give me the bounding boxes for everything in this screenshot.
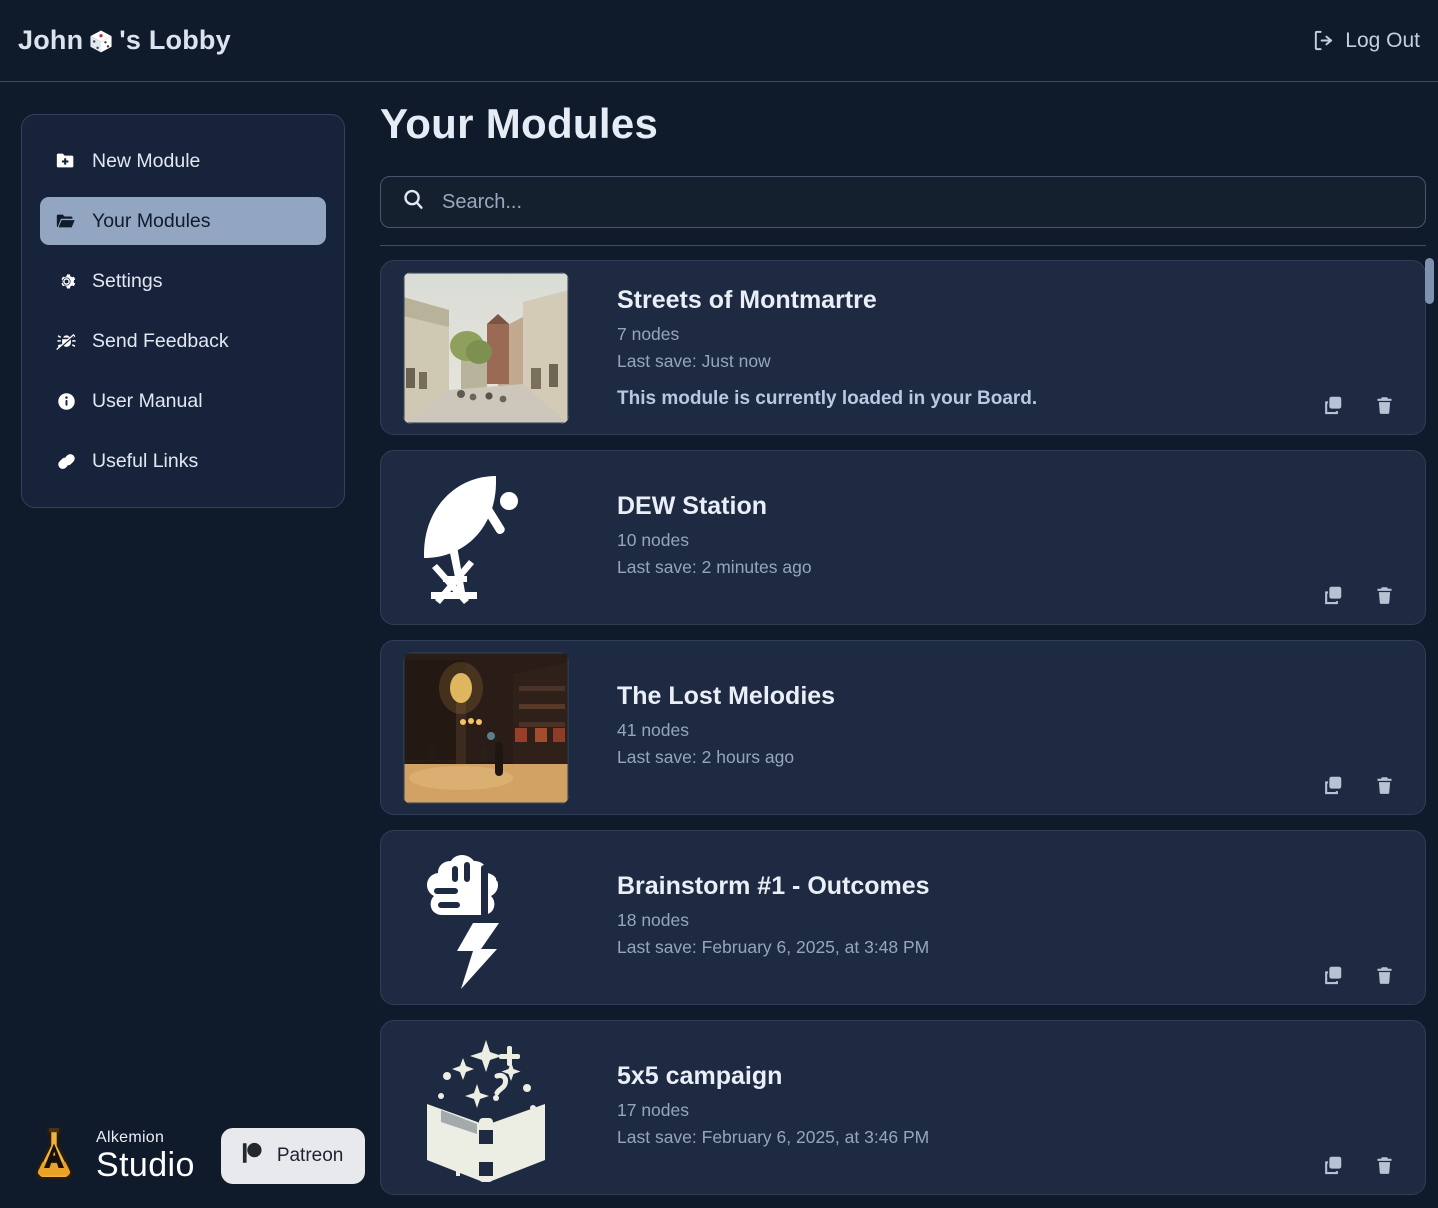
sidebar: New Module Your Modules Settings Send Fe… bbox=[21, 114, 345, 508]
sidebar-item-label: Send Feedback bbox=[92, 329, 229, 352]
modules-list: Streets of Montmartre 7 nodes Last save:… bbox=[380, 260, 1426, 1208]
module-loaded-note: This module is currently loaded in your … bbox=[617, 387, 1038, 409]
brand-name-top: Alkemion bbox=[96, 1128, 165, 1146]
module-actions bbox=[1322, 394, 1395, 416]
magic-book-icon bbox=[427, 1039, 545, 1182]
module-title: Brainstorm #1 - Outcomes bbox=[617, 871, 930, 900]
trash-icon[interactable] bbox=[1374, 965, 1395, 986]
gear-icon bbox=[54, 271, 78, 292]
page-title: Your Modules bbox=[380, 100, 659, 147]
module-actions bbox=[1322, 1154, 1395, 1176]
logout-label: Log Out bbox=[1345, 28, 1420, 52]
folder-open-icon bbox=[54, 210, 78, 232]
logout-button[interactable]: Log Out bbox=[1312, 29, 1420, 53]
module-info: 5x5 campaign 17 nodes Last save: Februar… bbox=[617, 1062, 929, 1154]
sidebar-item-useful-links[interactable]: Useful Links bbox=[40, 437, 326, 485]
lobby-title-suffix: 's Lobby bbox=[119, 25, 231, 55]
sidebar-item-send-feedback[interactable]: Send Feedback bbox=[40, 317, 326, 365]
search-input[interactable] bbox=[442, 190, 1405, 214]
info-circle-icon bbox=[54, 391, 78, 412]
sidebar-item-settings[interactable]: Settings bbox=[40, 257, 326, 305]
sidebar-item-user-manual[interactable]: User Manual bbox=[40, 377, 326, 425]
module-info: Brainstorm #1 - Outcomes 18 nodes Last s… bbox=[617, 872, 930, 964]
module-actions bbox=[1322, 774, 1395, 796]
sidebar-item-new-module[interactable]: New Module bbox=[40, 137, 326, 185]
module-thumbnail bbox=[403, 651, 569, 804]
satellite-dish-icon bbox=[424, 475, 518, 604]
trash-icon[interactable] bbox=[1374, 585, 1395, 606]
module-last-save: Last save: Just now bbox=[617, 350, 771, 371]
module-node-count: 41 nodes bbox=[617, 719, 690, 740]
brain-storm-icon bbox=[427, 854, 536, 989]
sidebar-item-your-modules[interactable]: Your Modules bbox=[40, 197, 326, 245]
module-last-save: Last save: February 6, 2025, at 3:48 PM bbox=[617, 936, 930, 957]
scrollbar-thumb[interactable] bbox=[1425, 258, 1434, 304]
module-thumbnail bbox=[403, 842, 569, 994]
brand-footer: Alkemion Studio Patreon bbox=[22, 1121, 366, 1190]
module-actions bbox=[1322, 584, 1395, 606]
module-last-save: Last save: 2 minutes ago bbox=[617, 556, 812, 577]
copy-icon[interactable] bbox=[1322, 584, 1344, 606]
alkemion-flask-icon bbox=[22, 1121, 86, 1190]
lobby-user-name: John bbox=[18, 25, 84, 55]
trash-icon[interactable] bbox=[1374, 775, 1395, 796]
module-title: DEW Station bbox=[617, 491, 767, 520]
search-icon bbox=[401, 187, 426, 217]
link-chain-icon bbox=[54, 450, 78, 473]
trash-icon[interactable] bbox=[1374, 1155, 1395, 1176]
module-node-count: 17 nodes bbox=[617, 1099, 690, 1120]
module-card[interactable]: DEW Station 10 nodes Last save: 2 minute… bbox=[380, 450, 1426, 625]
module-card[interactable]: Brainstorm #1 - Outcomes 18 nodes Last s… bbox=[380, 830, 1426, 1005]
trash-icon[interactable] bbox=[1374, 395, 1395, 416]
module-last-save: Last save: 2 hours ago bbox=[617, 746, 795, 767]
brand-name-bottom: Studio bbox=[96, 1145, 195, 1184]
search-bar[interactable] bbox=[380, 176, 1426, 228]
patreon-label: Patreon bbox=[276, 1144, 344, 1166]
module-card[interactable]: The Lost Melodies 41 nodes Last save: 2 … bbox=[380, 640, 1426, 815]
module-actions bbox=[1322, 964, 1395, 986]
folder-plus-icon bbox=[54, 150, 78, 172]
module-thumbnail bbox=[403, 271, 569, 424]
page-title-lobby: John 's Lobby bbox=[18, 25, 231, 56]
patreon-icon bbox=[239, 1140, 265, 1172]
module-title: The Lost Melodies bbox=[617, 681, 836, 710]
module-thumbnail bbox=[403, 462, 569, 614]
module-info: DEW Station 10 nodes Last save: 2 minute… bbox=[617, 492, 812, 584]
sidebar-item-label: New Module bbox=[92, 149, 201, 172]
alkemion-studio-logo: Alkemion Studio bbox=[22, 1121, 195, 1190]
main-content: Your Modules Search... Streets of Montma… bbox=[380, 100, 1428, 1208]
dice-icon bbox=[88, 28, 114, 54]
bug-slash-icon bbox=[54, 330, 78, 353]
module-node-count: 18 nodes bbox=[617, 909, 690, 930]
module-thumbnail bbox=[403, 1032, 569, 1184]
copy-icon[interactable] bbox=[1322, 774, 1344, 796]
module-last-save: Last save: February 6, 2025, at 3:46 PM bbox=[617, 1126, 930, 1147]
app-header: John 's Lobby Log Out bbox=[0, 0, 1438, 82]
scrollbar-track[interactable] bbox=[1425, 256, 1434, 1206]
module-node-count: 10 nodes bbox=[617, 529, 690, 550]
module-node-count: 7 nodes bbox=[617, 323, 680, 344]
module-title: 5x5 campaign bbox=[617, 1061, 783, 1090]
content-divider bbox=[380, 245, 1426, 246]
copy-icon[interactable] bbox=[1322, 964, 1344, 986]
module-card[interactable]: Streets of Montmartre 7 nodes Last save:… bbox=[380, 260, 1426, 435]
copy-icon[interactable] bbox=[1322, 1154, 1344, 1176]
sidebar-item-label: User Manual bbox=[92, 389, 203, 412]
logout-icon bbox=[1312, 29, 1335, 52]
sidebar-item-label: Useful Links bbox=[92, 449, 199, 472]
sidebar-item-label: Your Modules bbox=[92, 209, 211, 232]
sidebar-item-label: Settings bbox=[92, 269, 163, 292]
patreon-button[interactable]: Patreon bbox=[220, 1127, 366, 1184]
module-info: Streets of Montmartre 7 nodes Last save:… bbox=[617, 286, 1037, 410]
module-title: Streets of Montmartre bbox=[617, 285, 877, 314]
module-info: The Lost Melodies 41 nodes Last save: 2 … bbox=[617, 682, 835, 774]
copy-icon[interactable] bbox=[1322, 394, 1344, 416]
module-card[interactable]: 5x5 campaign 17 nodes Last save: Februar… bbox=[380, 1020, 1426, 1195]
lobby-app: John 's Lobby Log Out New Module Your Mo… bbox=[0, 0, 1438, 1208]
